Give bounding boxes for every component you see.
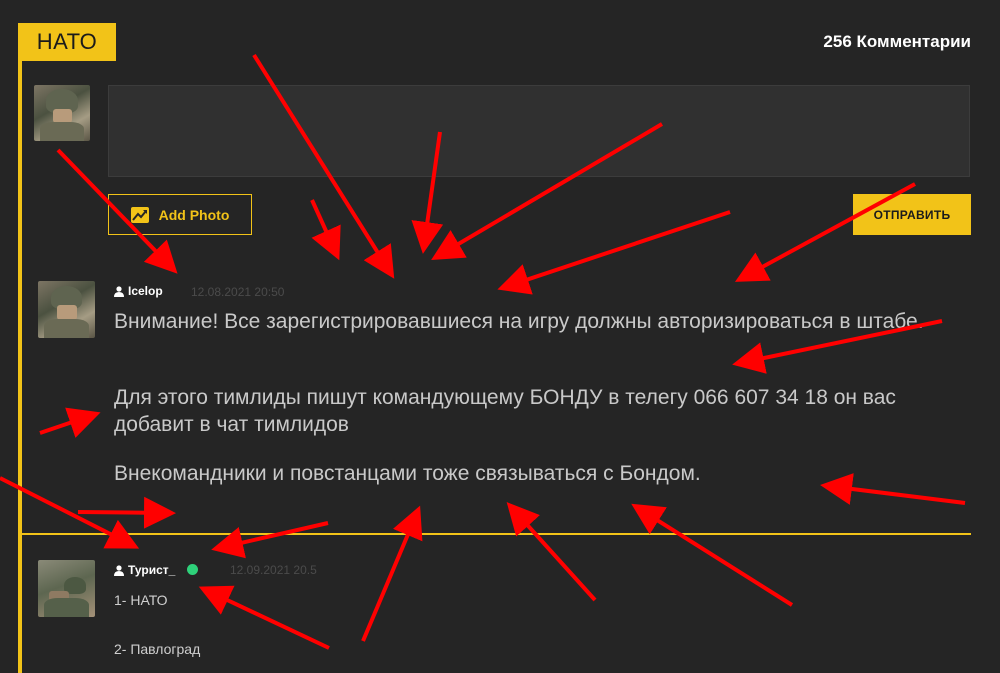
comment-text: 1- НАТО bbox=[114, 592, 168, 608]
comment-text: Для этого тимлиды пишут командующему БОН… bbox=[114, 386, 896, 436]
section-accent-line bbox=[18, 61, 22, 673]
comment-avatar[interactable] bbox=[38, 281, 95, 338]
comment-author-name: Турист_ bbox=[128, 563, 176, 577]
online-status-indicator bbox=[187, 564, 198, 575]
image-chart-icon bbox=[130, 206, 149, 223]
comment-author[interactable]: Icelop bbox=[114, 284, 163, 298]
add-photo-button[interactable]: Add Photo bbox=[108, 194, 252, 235]
user-icon bbox=[114, 285, 124, 297]
comment-text: Внимание! Все зарегистрировавшиеся на иг… bbox=[114, 310, 924, 333]
add-photo-label: Add Photo bbox=[158, 206, 230, 223]
comment-author[interactable]: Турист_ bbox=[114, 563, 175, 577]
send-button[interactable]: ОТПРАВИТЬ bbox=[853, 194, 971, 235]
comment-text: Внекомандники и повстанцами тоже связыва… bbox=[114, 462, 701, 485]
section-tag: НАТО bbox=[18, 23, 116, 61]
comment-date: 12.09.2021 20.5 bbox=[230, 563, 317, 577]
user-icon bbox=[114, 564, 124, 576]
comment-text: 2- Павлоград bbox=[114, 641, 201, 657]
comment-date: 12.08.2021 20:50 bbox=[191, 285, 285, 299]
comments-count: 256 Комментарии bbox=[823, 32, 971, 51]
comment-author-name: Icelop bbox=[128, 284, 163, 298]
comment-divider bbox=[22, 533, 971, 535]
current-user-avatar bbox=[34, 85, 90, 141]
comment-input[interactable] bbox=[108, 85, 970, 177]
comment-avatar[interactable] bbox=[38, 560, 95, 617]
